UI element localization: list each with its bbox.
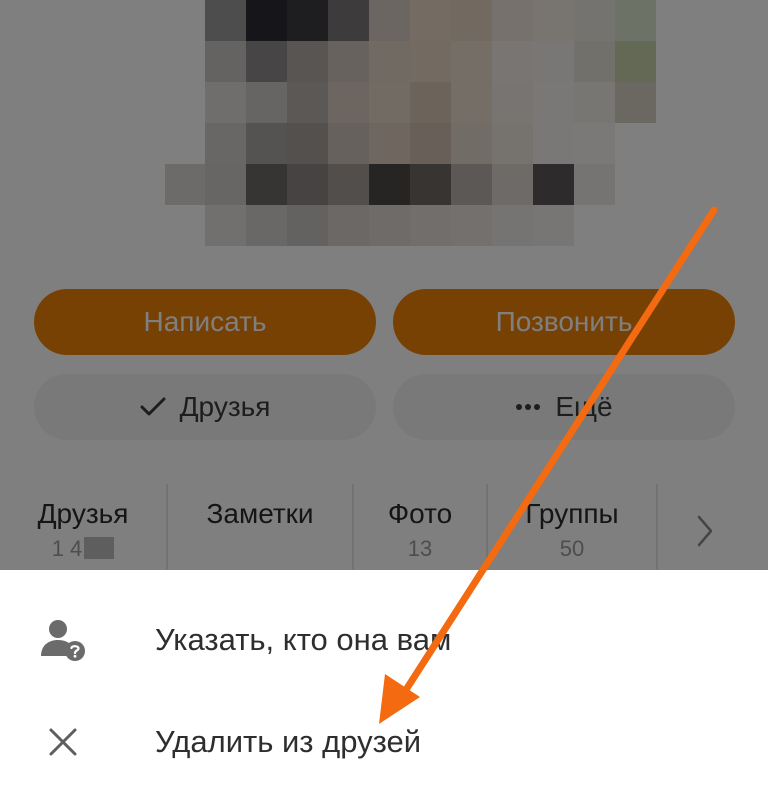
person-question-icon	[38, 615, 88, 665]
close-icon	[38, 717, 88, 767]
profile-screen: Написать Позвонить Друзья Ещё Друзья 1 4…	[0, 0, 768, 570]
modal-dim-overlay[interactable]	[0, 0, 768, 570]
menu-item-specify-relation-label: Указать, кто она вам	[155, 622, 452, 657]
menu-item-specify-relation[interactable]: Указать, кто она вам	[0, 590, 768, 690]
menu-item-remove-friend-label: Удалить из друзей	[155, 724, 422, 759]
menu-item-remove-friend[interactable]: Удалить из друзей	[0, 692, 768, 792]
bottom-sheet-menu: Указать, кто она вам Удалить из друзей	[0, 570, 768, 809]
